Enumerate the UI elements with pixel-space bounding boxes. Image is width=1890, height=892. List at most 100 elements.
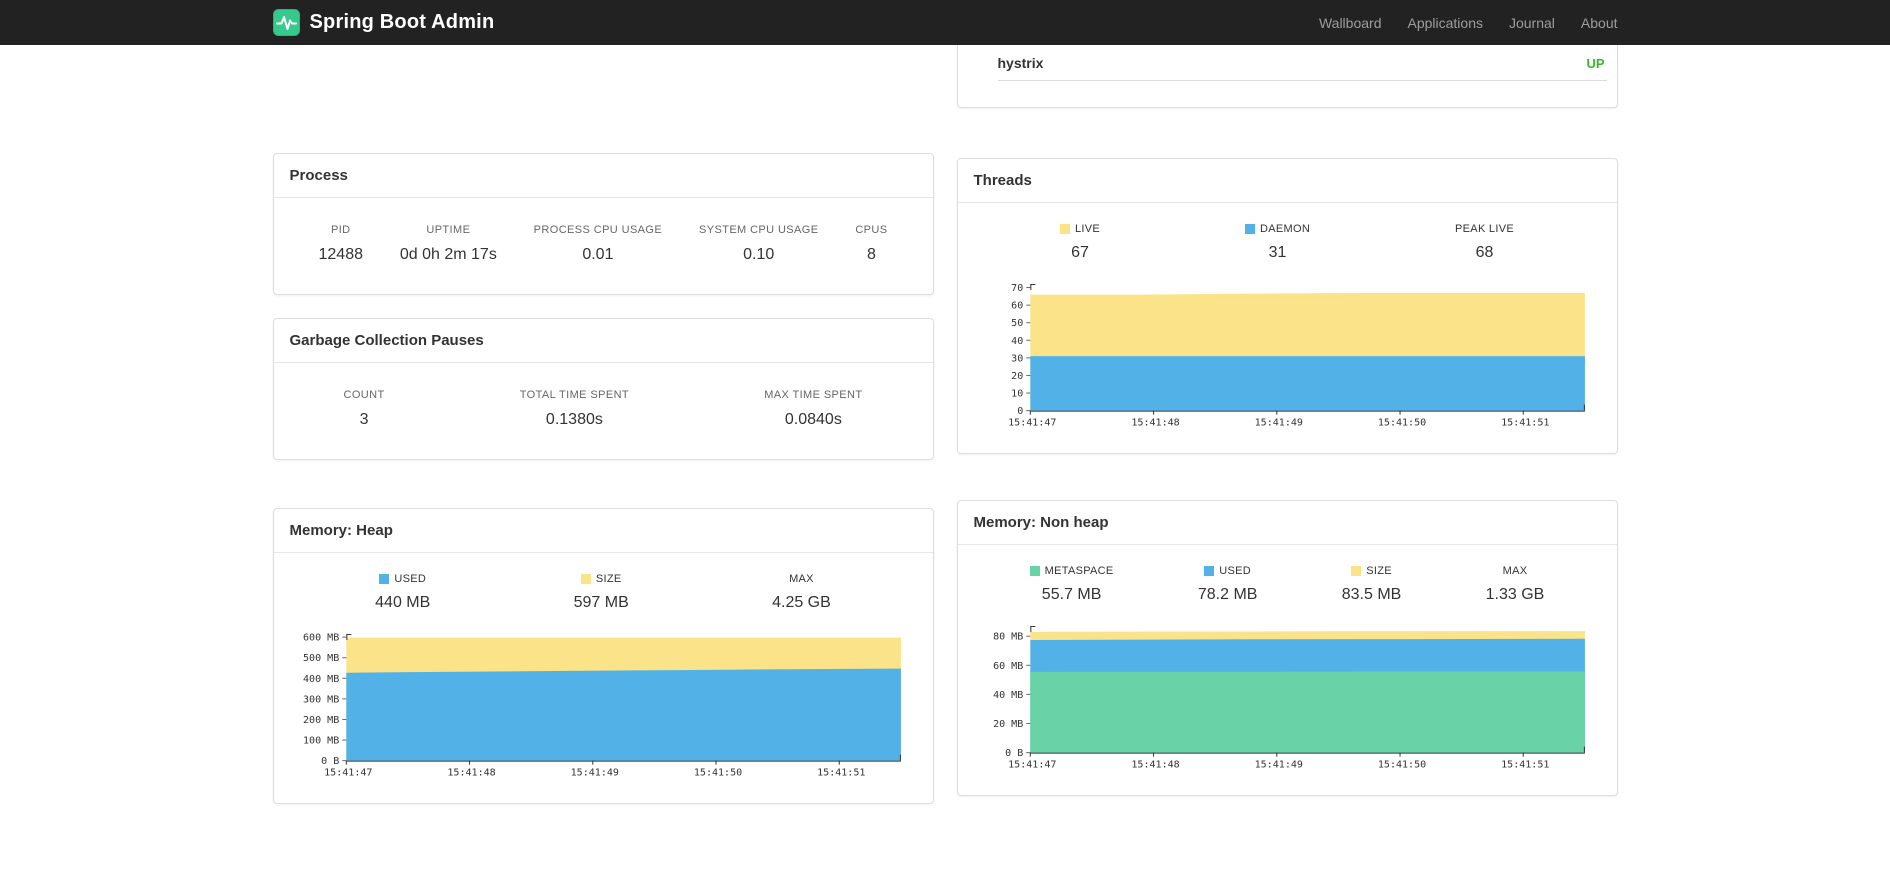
- metric-label: TOTAL TIME SPENT: [519, 389, 630, 401]
- svg-text:600 MB: 600 MB: [303, 633, 339, 644]
- svg-text:40 MB: 40 MB: [993, 690, 1023, 701]
- legend-label: METASPACE: [1044, 564, 1114, 577]
- svg-text:15:41:49: 15:41:49: [570, 768, 618, 779]
- metaspace-color-swatch-icon: [1029, 565, 1040, 576]
- svg-text:15:41:51: 15:41:51: [1501, 759, 1549, 770]
- svg-text:15:41:48: 15:41:48: [1131, 759, 1179, 770]
- metric-value: 12488: [318, 246, 364, 263]
- process-metrics: PID 12488 UPTIME 0d 0h 2m 17s PROCESS CP…: [274, 198, 933, 294]
- svg-text:15:41:51: 15:41:51: [817, 768, 865, 779]
- svg-text:15:41:47: 15:41:47: [1008, 418, 1056, 429]
- nav-link-applications[interactable]: Applications: [1407, 15, 1483, 31]
- memory-nonheap-card: Memory: Non heap METASPACE 55.7 MB USED …: [956, 499, 1618, 796]
- legend-live: LIVE 67: [1059, 223, 1101, 262]
- svg-text:0 B: 0 B: [1005, 748, 1023, 759]
- svg-text:30: 30: [1011, 353, 1023, 364]
- threads-chart: 0 10 20 30 40 50 60 70 15:41:47 15:41:48 15:41:49 1…: [958, 266, 1617, 453]
- svg-text:300 MB: 300 MB: [303, 694, 339, 705]
- left-column: Process PID 12488 UPTIME 0d 0h 2m 17s PR…: [272, 45, 934, 804]
- metric-label: UPTIME: [426, 224, 471, 236]
- metric-gc-total-time: TOTAL TIME SPENT 0.1380s: [520, 389, 629, 429]
- memory-nonheap-card-title: Memory: Non heap: [957, 501, 1617, 545]
- metric-pid: PID 12488: [319, 224, 364, 264]
- legend-size: SIZE 83.5 MB: [1342, 565, 1402, 604]
- legend-label: LIVE: [1074, 223, 1101, 235]
- memory-heap-chart: 0 B 100 MB 200 MB 300 MB 400 MB 500 MB 600 MB 1…: [274, 616, 933, 803]
- daemon-color-swatch-icon: [1244, 224, 1255, 234]
- svg-text:20 MB: 20 MB: [993, 719, 1023, 730]
- metric-value: 0.1380s: [545, 411, 603, 428]
- legend-max: MAX 1.33 GB: [1486, 565, 1545, 604]
- svg-text:80 MB: 80 MB: [993, 632, 1023, 643]
- metric-gc-count: COUNT 3: [344, 389, 385, 429]
- size-color-swatch-icon: [580, 574, 591, 584]
- metric-value: 0.10: [743, 246, 775, 263]
- svg-text:500 MB: 500 MB: [303, 653, 339, 664]
- legend-value: 440 MB: [375, 594, 431, 611]
- used-color-swatch-icon: [379, 574, 390, 584]
- gc-metrics: COUNT 3 TOTAL TIME SPENT 0.1380s MAX TIM…: [274, 363, 933, 459]
- svg-text:15:41:49: 15:41:49: [1254, 418, 1302, 429]
- spring-boot-admin-logo-icon: [272, 9, 300, 36]
- legend-label: DAEMON: [1259, 223, 1311, 235]
- legend-daemon: DAEMON 31: [1244, 223, 1311, 262]
- metric-value: 3: [359, 411, 369, 428]
- health-row-hystrix: hystrix UP: [997, 45, 1607, 81]
- svg-text:15:41:50: 15:41:50: [1377, 759, 1425, 770]
- gc-pauses-card: Garbage Collection Pauses COUNT 3 TOTAL …: [272, 318, 934, 460]
- metric-label: COUNT: [343, 389, 385, 401]
- metric-label: MAX TIME SPENT: [764, 389, 863, 401]
- legend-used: USED 440 MB: [375, 573, 430, 612]
- svg-text:50: 50: [1011, 318, 1023, 329]
- svg-text:15:41:49: 15:41:49: [1254, 759, 1302, 770]
- legend-size: SIZE 597 MB: [574, 573, 629, 612]
- memory-nonheap-legend: METASPACE 55.7 MB USED 78.2 MB SIZE 83.5…: [958, 545, 1617, 608]
- memory-heap-area-chart: 0 B 100 MB 200 MB 300 MB 400 MB 500 MB 600 MB 1…: [303, 633, 901, 779]
- nav-link-about[interactable]: About: [1581, 15, 1618, 31]
- metric-label: CPUS: [855, 224, 888, 236]
- metric-label: PROCESS CPU USAGE: [533, 224, 663, 236]
- legend-label: USED: [394, 573, 427, 585]
- legend-value: 597 MB: [573, 594, 629, 611]
- metric-gc-max-time: MAX TIME SPENT 0.0840s: [764, 389, 862, 429]
- metric-uptime: UPTIME 0d 0h 2m 17s: [400, 224, 497, 264]
- legend-max: MAX 4.25 GB: [772, 573, 831, 612]
- legend-label: SIZE: [595, 573, 622, 585]
- svg-text:60: 60: [1011, 301, 1023, 312]
- memory-nonheap-chart: 0 B 20 MB 40 MB 60 MB 80 MB 15:41:47 15:41:48 1…: [958, 608, 1617, 795]
- svg-text:20: 20: [1011, 371, 1023, 382]
- used-color-swatch-icon: [1204, 565, 1215, 576]
- brand-link[interactable]: Spring Boot Admin: [272, 9, 495, 36]
- size-color-swatch-icon: [1351, 565, 1362, 576]
- legend-value: 68: [1475, 244, 1494, 261]
- metric-system-cpu-usage: SYSTEM CPU USAGE 0.10: [699, 224, 818, 264]
- svg-text:10: 10: [1011, 389, 1023, 400]
- threads-card-title: Threads: [957, 159, 1617, 203]
- svg-text:100 MB: 100 MB: [303, 736, 339, 747]
- metric-value: 0.01: [582, 246, 614, 263]
- metric-value: 8: [866, 246, 876, 263]
- svg-text:15:41:48: 15:41:48: [1131, 418, 1179, 429]
- memory-heap-card-title: Memory: Heap: [273, 509, 933, 553]
- memory-heap-card: Memory: Heap USED 440 MB SIZE 597 MB MAX…: [272, 508, 934, 804]
- svg-text:15:41:50: 15:41:50: [693, 768, 741, 779]
- legend-value: 78.2 MB: [1197, 585, 1258, 603]
- metric-label: PID: [330, 224, 351, 236]
- nav-link-wallboard[interactable]: Wallboard: [1319, 15, 1382, 31]
- svg-text:40: 40: [1011, 336, 1023, 347]
- health-panel-partial-card: hystrix UP: [956, 45, 1618, 108]
- memory-nonheap-area-chart: 0 B 20 MB 40 MB 60 MB 80 MB 15:41:47 15:41:48 1…: [993, 625, 1585, 770]
- svg-text:70: 70: [1011, 283, 1023, 294]
- right-column: hystrix UP Threads LIVE 67 DAEMON 31 PEA…: [956, 45, 1618, 796]
- svg-text:15:41:50: 15:41:50: [1377, 418, 1425, 429]
- status-badge: UP: [1586, 55, 1605, 71]
- metric-cpus: CPUS 8: [855, 224, 887, 264]
- svg-text:15:41:47: 15:41:47: [324, 768, 372, 779]
- legend-label: PEAK LIVE: [1455, 223, 1514, 235]
- svg-text:200 MB: 200 MB: [303, 715, 339, 726]
- metric-label: SYSTEM CPU USAGE: [698, 224, 819, 236]
- nav-link-journal[interactable]: Journal: [1509, 15, 1555, 31]
- legend-value: 31: [1268, 244, 1287, 261]
- svg-text:60 MB: 60 MB: [993, 661, 1023, 672]
- svg-text:15:41:48: 15:41:48: [447, 768, 495, 779]
